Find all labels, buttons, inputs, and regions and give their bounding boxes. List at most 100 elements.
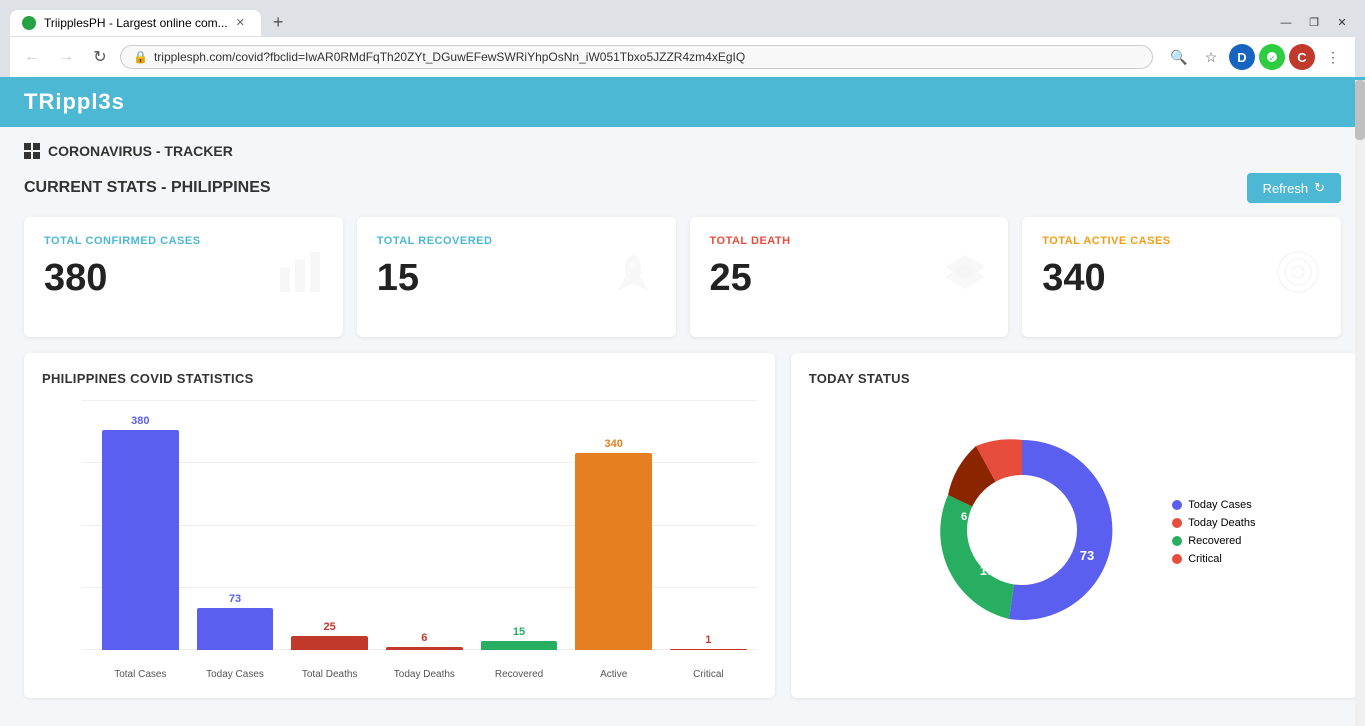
legend-item-today-deaths: Today Deaths <box>1172 517 1255 529</box>
bar-value-2: 25 <box>324 621 336 633</box>
bar-value-4: 15 <box>513 626 525 638</box>
refresh-icon: ↻ <box>1314 180 1325 196</box>
legend-item-recovered: Recovered <box>1172 535 1255 547</box>
bar-4 <box>481 641 558 650</box>
close-button[interactable]: ✕ <box>1329 13 1355 33</box>
bar-value-3: 6 <box>421 632 427 644</box>
legend-dot-today-cases <box>1172 500 1182 510</box>
target-icon <box>1273 247 1323 307</box>
donut-svg: 73 15 6 <box>892 400 1152 660</box>
tab-title: TriipplesPH - Largest online com... <box>44 16 228 30</box>
bar-group-active: 340 <box>575 438 652 650</box>
bar-0 <box>102 430 179 650</box>
app-header: TRippl3s <box>0 77 1365 127</box>
legend-label-today-deaths: Today Deaths <box>1188 517 1255 529</box>
browser-tab-active[interactable]: TriipplesPH - Largest online com... ✕ <box>10 10 261 36</box>
tab-favicon <box>22 16 36 30</box>
legend-dot-recovered <box>1172 536 1182 546</box>
bar-chart-card: PHILIPPINES COVID STATISTICS 38073256153… <box>24 353 775 698</box>
bar-3 <box>386 647 463 650</box>
bar-group-total-deaths: 25 <box>291 621 368 650</box>
bar-chart-icon <box>275 247 325 307</box>
bar-group-critical: 1 <box>670 634 747 650</box>
restore-button[interactable]: ❐ <box>1301 13 1327 33</box>
window-controls: — ❐ ✕ <box>1273 13 1355 33</box>
address-bar[interactable]: 🔒 tripplesph.com/covid?fbclid=IwAR0RMdFq… <box>120 45 1153 69</box>
donut-svg-wrap: 73 15 6 <box>892 400 1152 663</box>
reload-button[interactable]: ↻ <box>86 43 114 71</box>
bar-chart-area: 38073256153401 Total CasesToday CasesTot… <box>42 400 757 680</box>
forward-button[interactable]: → <box>52 43 80 71</box>
charts-section: PHILIPPINES COVID STATISTICS 38073256153… <box>24 353 1341 698</box>
x-label-1: Today Cases <box>197 669 274 680</box>
browser-tabs: TriipplesPH - Largest online com... ✕ + … <box>10 8 1355 37</box>
x-labels: Total Cases Today Cases Total Deaths Today … <box>92 669 757 680</box>
refresh-button[interactable]: Refresh ↻ <box>1247 173 1341 203</box>
app-logo: TRippl3s <box>24 89 1341 115</box>
stat-card-active: TOTAL ACTIVE CASES 340 <box>1022 217 1341 337</box>
legend-dot-today-deaths <box>1172 518 1182 528</box>
label-73: 73 <box>1080 548 1094 563</box>
minimize-button[interactable]: — <box>1273 13 1299 33</box>
bar-2 <box>291 636 368 650</box>
legend-label-critical: Critical <box>1188 553 1222 565</box>
x-label-0: Total Cases <box>102 669 179 680</box>
x-label-4: Recovered <box>481 669 558 680</box>
refresh-label: Refresh <box>1263 181 1309 196</box>
bar-1 <box>197 608 274 650</box>
bar-chart-title: PHILIPPINES COVID STATISTICS <box>42 371 757 386</box>
profile-d-avatar[interactable]: D <box>1229 44 1255 70</box>
bar-group-total-cases: 380 <box>102 415 179 650</box>
search-icon[interactable]: 🔍 <box>1165 43 1193 71</box>
scrollbar[interactable] <box>1355 80 1365 726</box>
legend-label-recovered: Recovered <box>1188 535 1241 547</box>
bar-6 <box>670 649 747 650</box>
section-title: CURRENT STATS - PHILIPPINES <box>24 179 271 197</box>
back-button[interactable]: ← <box>18 43 46 71</box>
rocket-icon <box>608 247 658 307</box>
browser-chrome: TriipplesPH - Largest online com... ✕ + … <box>0 0 1365 77</box>
label-15: 15 <box>980 563 994 578</box>
stat-card-death: TOTAL DEATH 25 <box>690 217 1009 337</box>
x-label-6: Critical <box>670 669 747 680</box>
new-tab-button[interactable]: + <box>265 8 292 37</box>
breadcrumb-label: CORONAVIRUS - TRACKER <box>48 143 233 159</box>
bookmark-icon[interactable]: ☆ <box>1197 43 1225 71</box>
profile-c-avatar[interactable]: C <box>1289 44 1315 70</box>
breadcrumb: CORONAVIRUS - TRACKER <box>24 143 1341 159</box>
stats-grid: TOTAL CONFIRMED CASES 380 TOTAL RECOVERE… <box>24 217 1341 337</box>
grid-icon <box>24 143 40 159</box>
confirmed-label: TOTAL CONFIRMED CASES <box>44 235 323 247</box>
x-label-3: Today Deaths <box>386 669 463 680</box>
extension-icon[interactable]: ✓ <box>1259 44 1285 70</box>
page-content: CORONAVIRUS - TRACKER CURRENT STATS - PH… <box>0 127 1365 714</box>
layers-icon <box>940 247 990 307</box>
browser-actions: 🔍 ☆ D ✓ C ⋮ <box>1165 43 1347 71</box>
bar-5 <box>575 453 652 650</box>
svg-text:✓: ✓ <box>1269 54 1276 63</box>
url-text: tripplesph.com/covid?fbclid=IwAR0RMdFqTh… <box>154 50 1140 64</box>
recovered-label: TOTAL RECOVERED <box>377 235 656 247</box>
tab-close-button[interactable]: ✕ <box>236 16 245 29</box>
legend-item-critical: Critical <box>1172 553 1255 565</box>
label-6: 6 <box>961 511 967 523</box>
menu-icon[interactable]: ⋮ <box>1319 43 1347 71</box>
donut-area: 73 15 6 Today Cases Today Deaths <box>809 400 1339 663</box>
bar-group-today-deaths: 6 <box>386 632 463 650</box>
scrollbar-thumb[interactable] <box>1355 80 1365 140</box>
legend-item-today-cases: Today Cases <box>1172 499 1255 511</box>
bars-container: 380 73 25 6 15 340 1 <box>92 400 757 650</box>
donut-chart-card: TODAY STATUS <box>791 353 1357 698</box>
browser-controls: ← → ↻ 🔒 tripplesph.com/covid?fbclid=IwAR… <box>10 37 1355 77</box>
bar-value-5: 340 <box>605 438 623 450</box>
active-label: TOTAL ACTIVE CASES <box>1042 235 1321 247</box>
legend: Today Cases Today Deaths Recovered Criti… <box>1172 499 1255 565</box>
x-label-2: Total Deaths <box>291 669 368 680</box>
donut-chart-title: TODAY STATUS <box>809 371 1339 386</box>
section-header: CURRENT STATS - PHILIPPINES Refresh ↻ <box>24 173 1341 203</box>
death-label: TOTAL DEATH <box>710 235 989 247</box>
x-label-5: Active <box>575 669 652 680</box>
legend-label-today-cases: Today Cases <box>1188 499 1252 511</box>
stat-card-recovered: TOTAL RECOVERED 15 <box>357 217 676 337</box>
bar-group-today-cases: 73 <box>197 593 274 650</box>
